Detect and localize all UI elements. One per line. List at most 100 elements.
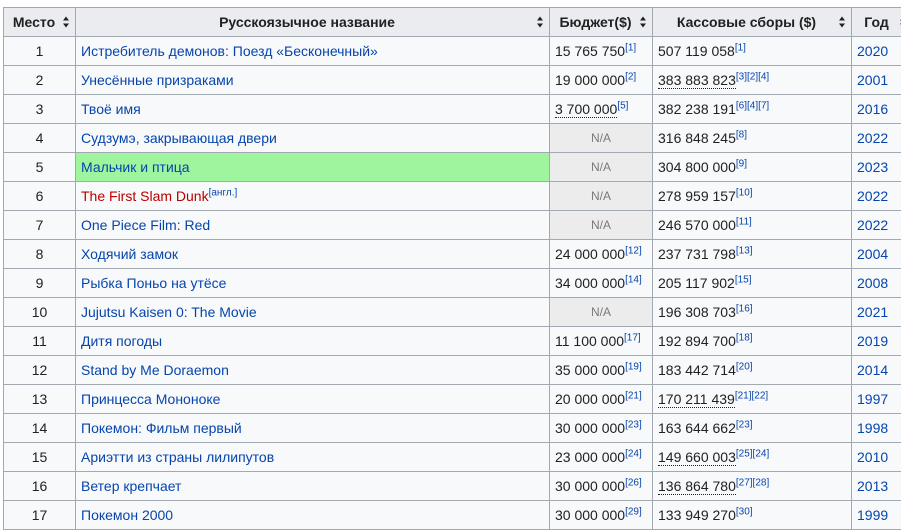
rank-cell: 2 (4, 66, 76, 95)
year-cell: 2001 (852, 66, 901, 95)
film-title-link[interactable]: Твоё имя (81, 101, 141, 117)
gross-value: 183 442 714 (658, 362, 736, 378)
film-title-link[interactable]: Ходячий замок (81, 246, 178, 262)
gross-reference[interactable]: [3][2][4] (736, 71, 769, 82)
gross-reference[interactable]: [30] (736, 506, 753, 517)
gross-cell: 205 117 902[15] (653, 269, 852, 298)
header-year-label: Год (864, 14, 889, 30)
gross-value: 196 308 703 (658, 304, 736, 320)
rank-cell: 7 (4, 211, 76, 240)
film-title-link[interactable]: Дитя погоды (81, 333, 162, 349)
film-title-link[interactable]: Мальчик и птица (81, 159, 190, 175)
gross-reference[interactable]: [13] (736, 245, 753, 256)
year-link[interactable]: 2022 (857, 217, 888, 233)
gross-reference[interactable]: [6][4][7] (736, 100, 769, 111)
budget-cell: 30 000 000[26] (550, 472, 653, 501)
year-cell: 2004 (852, 240, 901, 269)
table-row: 2 Унесённые призраками 19 000 000[2] 383… (4, 66, 901, 95)
year-link[interactable]: 1998 (857, 420, 888, 436)
title-cell: Унесённые призраками (76, 66, 550, 95)
year-cell: 2010 (852, 443, 901, 472)
year-cell: 2014 (852, 356, 901, 385)
budget-reference[interactable]: [5] (617, 100, 628, 111)
gross-reference[interactable]: [25][24] (736, 448, 769, 459)
film-title-link[interactable]: Покемон: Фильм первый (81, 420, 242, 436)
budget-reference[interactable]: [26] (625, 477, 642, 488)
gross-cell: 183 442 714[20] (653, 356, 852, 385)
year-link[interactable]: 2010 (857, 449, 888, 465)
sort-icon[interactable] (640, 17, 647, 28)
gross-reference[interactable]: [16] (736, 303, 753, 314)
table-row: 11 Дитя погоды 11 100 000[17] 192 894 70… (4, 327, 901, 356)
year-link[interactable]: 2014 (857, 362, 888, 378)
film-title-link[interactable]: Jujutsu Kaisen 0: The Movie (81, 304, 257, 320)
gross-reference[interactable]: [10] (736, 187, 753, 198)
gross-reference[interactable]: [20] (736, 361, 753, 372)
gross-reference[interactable]: [27][28] (736, 477, 769, 488)
sort-icon[interactable] (63, 17, 70, 28)
film-title-link[interactable]: Ветер крепчает (81, 478, 181, 494)
film-title-link[interactable]: Унесённые призраками (81, 72, 234, 88)
budget-reference[interactable]: [12] (625, 245, 642, 256)
budget-reference[interactable]: [24] (625, 448, 642, 459)
gross-value: 205 117 902 (658, 275, 735, 291)
year-link[interactable]: 2016 (857, 101, 888, 117)
table-row: 10 Jujutsu Kaisen 0: The Movie N/A 196 3… (4, 298, 901, 327)
header-title[interactable]: Русскоязычное название (76, 8, 550, 37)
gross-reference[interactable]: [15] (735, 274, 752, 285)
gross-value: 507 119 058 (658, 43, 735, 59)
gross-reference[interactable]: [1] (735, 42, 746, 53)
budget-reference[interactable]: [29] (625, 506, 642, 517)
year-link[interactable]: 2023 (857, 159, 888, 175)
year-link[interactable]: 2022 (857, 188, 888, 204)
table-row: 5 Мальчик и птица N/A 304 800 000[9] 202… (4, 153, 901, 182)
year-link[interactable]: 1999 (857, 507, 888, 523)
gross-reference[interactable]: [9] (736, 158, 747, 169)
year-link[interactable]: 2013 (857, 478, 888, 494)
budget-reference[interactable]: [1] (625, 42, 636, 53)
year-cell: 1998 (852, 414, 901, 443)
film-title-link[interactable]: The First Slam Dunk (81, 188, 209, 204)
budget-reference[interactable]: [19] (625, 361, 642, 372)
year-link[interactable]: 2021 (857, 304, 888, 320)
budget-reference[interactable]: [23] (625, 419, 642, 430)
budget-reference[interactable]: [21] (625, 390, 642, 401)
budget-reference[interactable]: [2] (625, 71, 636, 82)
film-title-link[interactable]: Покемон 2000 (81, 507, 173, 523)
sort-icon[interactable] (537, 17, 544, 28)
year-link[interactable]: 2019 (857, 333, 888, 349)
header-budget[interactable]: Бюджет($) (550, 8, 653, 37)
film-title-link[interactable]: Stand by Me Doraemon (81, 362, 229, 378)
title-lang-tag[interactable]: [англ.] (209, 187, 238, 198)
film-title-link[interactable]: Судзумэ, закрывающая двери (81, 130, 277, 146)
header-gross[interactable]: Кассовые сборы ($) (653, 8, 852, 37)
film-title-link[interactable]: One Piece Film: Red (81, 217, 210, 233)
gross-reference[interactable]: [18] (736, 332, 753, 343)
header-year[interactable]: Год (852, 8, 901, 37)
film-title-link[interactable]: Ариэтти из страны лилипутов (81, 449, 274, 465)
year-link[interactable]: 2004 (857, 246, 888, 262)
film-title-link[interactable]: Истребитель демонов: Поезд «Бесконечный» (81, 43, 378, 59)
gross-reference[interactable]: [23] (736, 419, 753, 430)
budget-cell: N/A (550, 182, 653, 211)
film-title-link[interactable]: Рыбка Поньо на утёсе (81, 275, 226, 291)
budget-reference[interactable]: [17] (624, 332, 641, 343)
year-link[interactable]: 2008 (857, 275, 888, 291)
gross-reference[interactable]: [8] (736, 129, 747, 140)
rank-cell: 9 (4, 269, 76, 298)
gross-value: 383 883 823 (658, 72, 736, 89)
gross-cell: 237 731 798[13] (653, 240, 852, 269)
sort-icon[interactable] (839, 17, 846, 28)
budget-reference[interactable]: [14] (625, 274, 642, 285)
film-title-link[interactable]: Принцесса Мононоке (81, 391, 220, 407)
gross-reference[interactable]: [21][22] (735, 390, 768, 401)
year-link[interactable]: 2001 (857, 72, 888, 88)
year-link[interactable]: 2022 (857, 130, 888, 146)
rank-cell: 3 (4, 95, 76, 124)
table-row: 8 Ходячий замок 24 000 000[12] 237 731 7… (4, 240, 901, 269)
header-rank[interactable]: Место (4, 8, 76, 37)
gross-reference[interactable]: [11] (736, 216, 752, 227)
year-link[interactable]: 2020 (857, 43, 888, 59)
year-link[interactable]: 1997 (857, 391, 888, 407)
header-budget-label: Бюджет($) (559, 14, 631, 30)
